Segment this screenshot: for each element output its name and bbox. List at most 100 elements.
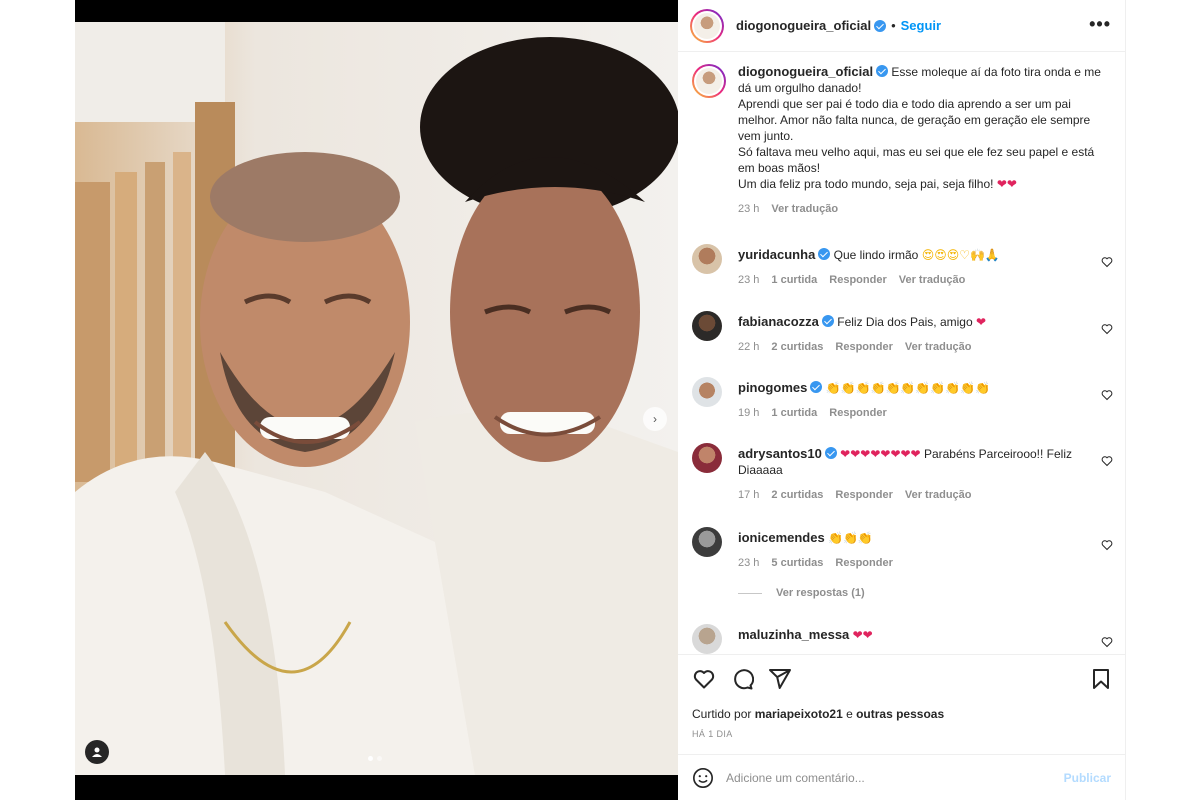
comments-scroll-area[interactable]: diogonogueira_oficial Esse moleque aí da… xyxy=(678,52,1125,654)
reply-button[interactable]: Responder xyxy=(835,557,892,569)
caption-translate-link[interactable]: Ver tradução xyxy=(771,203,838,215)
commenter-avatar[interactable] xyxy=(692,527,722,557)
more-icon[interactable]: ••• xyxy=(1089,14,1111,35)
liked-by-others[interactable]: outras pessoas xyxy=(856,707,944,721)
comment-item: fabianacozza Feliz Dia dos Pais, amigo ❤… xyxy=(692,311,1113,353)
translate-link[interactable]: Ver tradução xyxy=(899,274,966,286)
translate-link[interactable]: Ver tradução xyxy=(905,489,972,501)
commenter-avatar[interactable] xyxy=(692,443,722,473)
verified-icon xyxy=(821,315,834,327)
heart-emoji: ❤❤ xyxy=(996,177,1017,191)
comment-meta: 23 h 1 curtida Responder Ver tradução xyxy=(738,274,1113,286)
like-comment-heart-icon[interactable] xyxy=(1101,256,1113,268)
share-icon[interactable] xyxy=(768,667,792,691)
comment-likes[interactable]: 5 curtidas xyxy=(771,557,823,569)
like-comment-heart-icon[interactable] xyxy=(1101,636,1113,648)
comment-text: ionicemendes 👏👏👏 xyxy=(738,527,1113,546)
bookmark-icon[interactable] xyxy=(1089,667,1113,691)
caption-line-4: Um dia feliz pra todo mundo, seja pai, s… xyxy=(738,177,997,191)
verified-icon xyxy=(818,248,831,260)
comment-item: adrysantos10 ❤❤❤❤❤❤❤❤ Parabéns Parceiroo… xyxy=(692,443,1113,501)
commenter-avatar[interactable] xyxy=(692,244,722,274)
caption-time: 23 h xyxy=(738,203,760,215)
like-comment-heart-icon[interactable] xyxy=(1101,323,1113,335)
liked-by-prefix: Curtido por xyxy=(692,707,755,721)
commenter-avatar[interactable] xyxy=(692,377,722,407)
comment-likes[interactable]: 1 curtida xyxy=(771,407,817,419)
view-replies-link[interactable]: Ver respostas (1) xyxy=(776,587,865,599)
author-avatar[interactable] xyxy=(690,8,724,43)
comment-time: 22 h xyxy=(738,341,760,353)
translate-link[interactable]: Ver tradução xyxy=(905,341,972,353)
post-photo[interactable]: › xyxy=(75,22,678,775)
comment-time: 23 h xyxy=(738,557,760,569)
carousel-dot xyxy=(377,756,382,761)
comment-text: pinogomes 👏👏👏👏👏👏👏👏👏👏👏 xyxy=(738,377,1113,396)
reply-button[interactable]: Responder xyxy=(835,341,892,353)
tagged-users-button[interactable] xyxy=(85,740,109,764)
commenter-avatar[interactable] xyxy=(692,624,722,654)
instagram-post-modal: › diogonogueira_oficial • Seguir ••• dio… xyxy=(0,0,1200,800)
post-actions: Curtido por mariapeixoto21 e outras pess… xyxy=(678,654,1125,754)
comment-time: 23 h xyxy=(738,274,760,286)
comment-emoji: 👏👏👏👏👏👏👏👏👏👏👏 xyxy=(825,381,991,395)
liked-by-middle: e xyxy=(842,707,857,721)
comment-emoji: 😍😍😍♡🙌🙏 xyxy=(921,248,1000,262)
comment-composer: Publicar xyxy=(678,754,1125,800)
carousel-indicator xyxy=(368,756,382,761)
comment-username[interactable]: pinogomes xyxy=(738,380,807,395)
comment-time: 19 h xyxy=(738,407,760,419)
caption-line-2: Aprendi que ser pai é todo dia e todo di… xyxy=(738,97,1091,143)
caption-meta: 23 h Ver tradução xyxy=(738,203,1113,215)
follow-button[interactable]: Seguir xyxy=(901,18,941,33)
caption-username[interactable]: diogonogueira_oficial xyxy=(738,64,873,79)
comment-meta: 22 h 2 curtidas Responder Ver tradução xyxy=(738,341,1113,353)
reply-button[interactable]: Responder xyxy=(829,407,886,419)
comment-text: maluzinha_messa ❤❤ xyxy=(738,624,1113,643)
caption-text: diogonogueira_oficial Esse moleque aí da… xyxy=(738,64,1113,192)
reply-button[interactable]: Responder xyxy=(835,489,892,501)
like-comment-heart-icon[interactable] xyxy=(1101,539,1113,551)
author-username[interactable]: diogonogueira_oficial xyxy=(736,18,871,33)
comment-text: yuridacunha Que lindo irmão 😍😍😍♡🙌🙏 xyxy=(738,244,1113,263)
comment-username[interactable]: maluzinha_messa xyxy=(738,627,849,642)
carousel-dot-active xyxy=(368,756,373,761)
post-media: › xyxy=(75,0,678,800)
comment-time: 17 h xyxy=(738,489,760,501)
comment-likes[interactable]: 2 curtidas xyxy=(771,489,823,501)
action-icons xyxy=(692,667,792,691)
comment-item: maluzinha_messa ❤❤ xyxy=(692,624,1113,654)
reply-button[interactable]: Responder xyxy=(829,274,886,286)
like-comment-heart-icon[interactable] xyxy=(1101,389,1113,401)
comment-input[interactable] xyxy=(726,770,1064,785)
comment-likes[interactable]: 1 curtida xyxy=(771,274,817,286)
comment-username[interactable]: adrysantos10 xyxy=(738,446,822,461)
photo-illustration xyxy=(75,22,678,775)
user-tag-icon xyxy=(92,747,102,757)
comment-likes[interactable]: 2 curtidas xyxy=(771,341,823,353)
save-button[interactable] xyxy=(1089,667,1113,696)
caption: diogonogueira_oficial Esse moleque aí da… xyxy=(692,64,1113,215)
comment-username[interactable]: fabianacozza xyxy=(738,314,819,329)
like-comment-heart-icon[interactable] xyxy=(1101,455,1113,467)
caption-avatar[interactable] xyxy=(692,64,726,98)
comment-username[interactable]: yuridacunha xyxy=(738,247,815,262)
comment-emoji: 👏👏👏 xyxy=(828,531,873,545)
verified-icon xyxy=(874,19,887,32)
comment-meta: 17 h 2 curtidas Responder Ver tradução xyxy=(738,489,1113,501)
view-replies-row[interactable]: Ver respostas (1) xyxy=(738,587,1113,599)
liked-by-user[interactable]: mariapeixoto21 xyxy=(755,707,843,721)
next-photo-button[interactable]: › xyxy=(643,407,667,431)
commenter-avatar[interactable] xyxy=(692,311,722,341)
comment-text: fabianacozza Feliz Dia dos Pais, amigo ❤ xyxy=(738,311,1113,330)
comment-item: pinogomes 👏👏👏👏👏👏👏👏👏👏👏 19 h 1 curtida Res… xyxy=(692,377,1113,419)
replies-divider xyxy=(738,592,762,594)
comment-body: Feliz Dia dos Pais, amigo xyxy=(837,315,976,329)
post-header: diogonogueira_oficial • Seguir ••• xyxy=(678,0,1125,52)
heart-icon[interactable] xyxy=(692,667,716,691)
emoji-icon[interactable] xyxy=(692,767,714,789)
publish-button[interactable]: Publicar xyxy=(1064,771,1111,785)
post-side-panel: diogonogueira_oficial • Seguir ••• diogo… xyxy=(678,0,1126,800)
comment-username[interactable]: ionicemendes xyxy=(738,530,825,545)
comment-icon[interactable] xyxy=(730,667,754,691)
